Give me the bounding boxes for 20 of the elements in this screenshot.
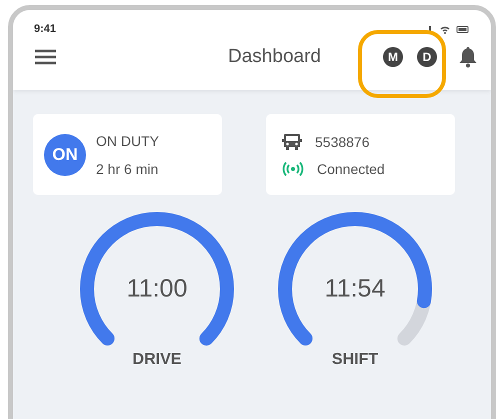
connection-status: Connected (317, 160, 385, 176)
duty-badge: ON (44, 134, 86, 176)
signal-broadcast-icon (282, 160, 304, 176)
notification-bell-icon[interactable] (459, 46, 477, 68)
gauge-label: SHIFT (332, 351, 378, 369)
truck-icon (282, 132, 302, 150)
gauge-time: 11:54 (324, 274, 386, 304)
gauge-time: 11:00 (126, 274, 188, 304)
duty-status-card[interactable]: ON ON DUTY 2 hr 6 min (33, 114, 222, 195)
menu-icon[interactable] (35, 49, 56, 65)
user-avatar[interactable]: D (417, 47, 437, 67)
user-avatar[interactable]: M (383, 47, 403, 67)
status-time: 9:41 (34, 23, 56, 35)
duty-status: ON DUTY (96, 132, 159, 148)
vehicle-card[interactable]: 5538876 Connected (266, 114, 455, 195)
duty-duration: 2 hr 6 min (96, 160, 159, 176)
screen-title: Dashboard (227, 46, 322, 68)
gauge-label: DRIVE (132, 351, 182, 369)
status-icons (426, 24, 470, 34)
vehicle-number: 5538876 (315, 134, 370, 150)
